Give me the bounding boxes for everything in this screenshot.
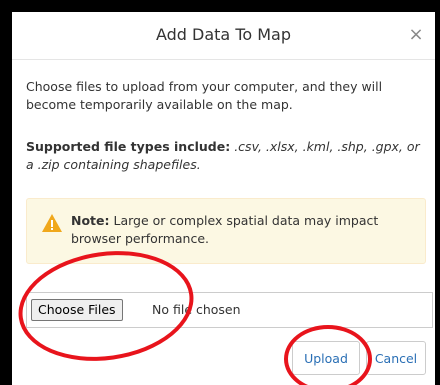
- warning-alert: Note: Large or complex spatial data may …: [26, 198, 426, 264]
- file-input: Choose Files No file chosen: [26, 292, 433, 328]
- supported-file-types: Supported file types include: .csv, .xls…: [26, 138, 431, 174]
- warning-triangle-icon: [42, 214, 62, 232]
- note-text: Large or complex spatial data may impact…: [71, 213, 379, 246]
- supported-label: Supported file types include:: [26, 139, 231, 154]
- upload-button[interactable]: Upload: [292, 341, 360, 375]
- dialog-title: Add Data To Map: [155, 25, 292, 44]
- choose-files-button[interactable]: Choose Files: [31, 299, 123, 321]
- no-file-chosen-text: No file chosen: [152, 302, 241, 317]
- alert-message: Note: Large or complex spatial data may …: [71, 212, 411, 248]
- close-icon[interactable]: ×: [405, 24, 427, 46]
- dialog-header: Add Data To Map ×: [12, 12, 435, 60]
- cancel-button[interactable]: Cancel: [366, 341, 426, 375]
- intro-text: Choose files to upload from your compute…: [26, 79, 383, 112]
- note-label: Note:: [71, 213, 110, 228]
- add-data-dialog: Add Data To Map × Choose files to upload…: [12, 12, 435, 385]
